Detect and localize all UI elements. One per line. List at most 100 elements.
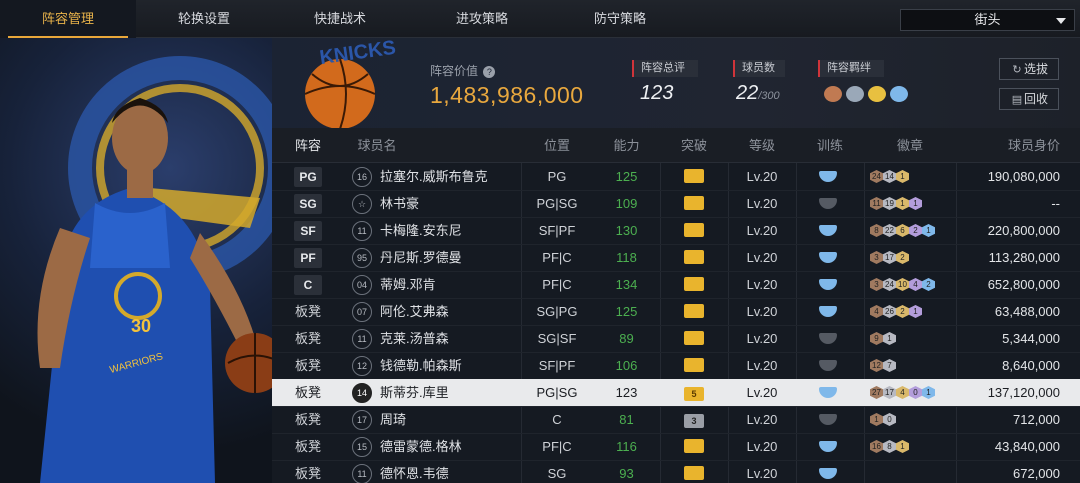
col-position[interactable]: 位置	[521, 128, 593, 163]
col-breakthrough[interactable]: 突破	[660, 128, 728, 163]
badge-icon[interactable]: 1	[922, 386, 935, 399]
col-name[interactable]: 球员名	[352, 128, 402, 163]
badge-icon[interactable]: 22	[883, 224, 896, 237]
badge-icon[interactable]: 1	[922, 224, 935, 237]
player-name[interactable]: 拉塞尔.威斯布鲁克	[380, 163, 488, 190]
player-name[interactable]: 蒂姆.邓肯	[380, 271, 436, 298]
badge-icon[interactable]: 6	[896, 224, 909, 237]
col-training[interactable]: 训练	[796, 128, 864, 163]
table-row[interactable]: PG 16 拉塞尔.威斯布鲁克 PG 125 Lv.20 24 14 1 190,080,000	[272, 163, 1080, 190]
table-row[interactable]: 板凳 17 周琦 C 81 3 Lv.20 1 0 712,000	[272, 406, 1080, 433]
training-icon[interactable]	[819, 252, 837, 263]
badge-icon[interactable]: 4	[896, 386, 909, 399]
breakthrough[interactable]	[660, 460, 728, 483]
breakthrough[interactable]: 5	[660, 379, 728, 406]
player-name[interactable]: 林书豪	[380, 190, 419, 217]
training-icon[interactable]	[819, 360, 837, 371]
table-row[interactable]: 板凳 11 克莱.汤普森 SG|SF 89 Lv.20 9 1 5,344,000	[272, 325, 1080, 352]
badge-icon[interactable]: 17	[883, 251, 896, 264]
breakthrough[interactable]: 3	[660, 406, 728, 433]
col-lineup[interactable]: 阵容	[272, 128, 344, 163]
bond-icons[interactable]	[824, 84, 914, 104]
table-row[interactable]: SF 11 卡梅隆.安东尼 SF|PF 130 Lv.20 8 22 6 2 1 220,800,00…	[272, 217, 1080, 244]
breakthrough[interactable]	[660, 163, 728, 190]
col-value[interactable]: 球员身价	[956, 128, 1060, 163]
badge-icon[interactable]: 8	[883, 440, 896, 453]
col-ability[interactable]: 能力	[593, 128, 660, 163]
badge-icon[interactable]: 2	[922, 278, 935, 291]
badge-icon[interactable]: 4	[870, 305, 883, 318]
tab-rotation[interactable]: 轮换设置	[136, 0, 272, 38]
breakthrough[interactable]	[660, 190, 728, 217]
badge-icon[interactable]: 1	[896, 170, 909, 183]
help-icon[interactable]: ?	[483, 66, 496, 78]
player-name[interactable]: 阿伦.艾弗森	[380, 298, 449, 325]
badge-icon[interactable]: 7	[883, 359, 896, 372]
col-badges[interactable]: 徽章	[864, 128, 956, 163]
table-row[interactable]: 板凳 12 钱德勒.帕森斯 SF|PF 106 Lv.20 12 7 8,640,000	[272, 352, 1080, 379]
badge-icon[interactable]: 2	[909, 224, 922, 237]
badge-icon[interactable]: 2	[896, 305, 909, 318]
tab-quick-tactics[interactable]: 快捷战术	[272, 0, 408, 38]
breakthrough[interactable]	[660, 433, 728, 460]
badge-icon[interactable]: 26	[883, 305, 896, 318]
badge-icon[interactable]: 19	[883, 197, 896, 210]
badge-icon[interactable]: 3	[870, 278, 883, 291]
badge-icon[interactable]: 24	[883, 278, 896, 291]
table-row[interactable]: SG ☆ 林书豪 PG|SG 109 Lv.20 11 19 1 1 --	[272, 190, 1080, 217]
tab-defense[interactable]: 防守策略	[552, 0, 688, 38]
badge-icon[interactable]: 1	[870, 413, 883, 426]
training-icon[interactable]	[819, 441, 837, 452]
recycle-button[interactable]: ▤ 回收	[999, 88, 1059, 110]
table-row[interactable]: 板凳 11 德怀恩.韦德 SG 93 Lv.20 672,000	[272, 460, 1080, 483]
badge-icon[interactable]: 1	[896, 440, 909, 453]
training-icon[interactable]	[819, 333, 837, 344]
badge-icon[interactable]: 1	[909, 305, 922, 318]
badge-icon[interactable]: 0	[909, 386, 922, 399]
badge-icon[interactable]: 14	[883, 170, 896, 183]
badge-icon[interactable]: 16	[870, 440, 883, 453]
training-icon[interactable]	[819, 387, 837, 398]
badge-icon[interactable]: 11	[870, 197, 883, 210]
mode-dropdown[interactable]: 街头	[900, 9, 1075, 31]
table-row[interactable]: C 04 蒂姆.邓肯 PF|C 134 Lv.20 3 24 10 4 2 652,800,000	[272, 271, 1080, 298]
training-icon[interactable]	[819, 198, 837, 209]
breakthrough[interactable]	[660, 244, 728, 271]
breakthrough[interactable]	[660, 325, 728, 352]
player-name[interactable]: 克莱.汤普森	[380, 325, 449, 352]
badge-icon[interactable]: 0	[883, 413, 896, 426]
breakthrough[interactable]	[660, 217, 728, 244]
breakthrough[interactable]	[660, 271, 728, 298]
badge-icon[interactable]: 10	[896, 278, 909, 291]
badge-icon[interactable]: 8	[870, 224, 883, 237]
badge-icon[interactable]: 1	[909, 197, 922, 210]
training-icon[interactable]	[819, 225, 837, 236]
breakthrough[interactable]	[660, 298, 728, 325]
badge-icon[interactable]: 1	[883, 332, 896, 345]
table-row[interactable]: 板凳 15 德雷蒙德.格林 PF|C 116 Lv.20 16 8 1 43,840,000	[272, 433, 1080, 460]
tab-offense[interactable]: 进攻策略	[414, 0, 550, 38]
badge-icon[interactable]: 9	[870, 332, 883, 345]
player-name[interactable]: 斯蒂芬.库里	[380, 379, 449, 406]
player-name[interactable]: 周琦	[380, 406, 406, 433]
player-name[interactable]: 德雷蒙德.格林	[380, 433, 462, 460]
player-name[interactable]: 卡梅隆.安东尼	[380, 217, 462, 244]
training-icon[interactable]	[819, 279, 837, 290]
player-name[interactable]: 丹尼斯.罗德曼	[380, 244, 462, 271]
training-icon[interactable]	[819, 468, 837, 479]
badge-icon[interactable]: 12	[870, 359, 883, 372]
badge-icon[interactable]: 1	[896, 197, 909, 210]
table-row[interactable]: 板凳 07 阿伦.艾弗森 SG|PG 125 Lv.20 4 26 2 1 63,488,000	[272, 298, 1080, 325]
breakthrough[interactable]	[660, 352, 728, 379]
badge-icon[interactable]: 24	[870, 170, 883, 183]
col-level[interactable]: 等级	[728, 128, 796, 163]
training-icon[interactable]	[819, 414, 837, 425]
training-icon[interactable]	[819, 306, 837, 317]
training-icon[interactable]	[819, 171, 837, 182]
pick-button[interactable]: ↻ 选拔	[999, 58, 1059, 80]
badge-icon[interactable]: 17	[883, 386, 896, 399]
tab-lineup[interactable]: 阵容管理	[0, 0, 136, 38]
badge-icon[interactable]: 4	[909, 278, 922, 291]
player-name[interactable]: 德怀恩.韦德	[380, 460, 449, 483]
badge-icon[interactable]: 27	[870, 386, 883, 399]
